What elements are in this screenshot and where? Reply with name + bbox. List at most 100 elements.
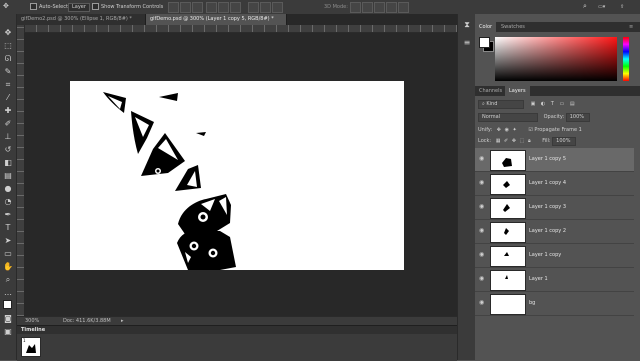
visibility-eye-icon[interactable]: ◉ — [479, 276, 484, 282]
more-tools-icon[interactable]: … — [3, 288, 13, 298]
layer-name[interactable]: Layer 1 copy 2 — [529, 228, 566, 234]
zoom-tool-icon[interactable]: ⌕ — [3, 275, 13, 285]
layer-row[interactable]: ◉ Layer 1 — [475, 268, 634, 292]
visibility-eye-icon[interactable]: ◉ — [479, 156, 484, 162]
panel-menu-icon[interactable]: ≡ — [625, 22, 637, 32]
distribute-bottom-icon[interactable] — [272, 2, 283, 13]
propagate-checkbox[interactable]: ☑ — [528, 127, 532, 133]
align-right-icon[interactable] — [230, 2, 241, 13]
3d-roll-icon[interactable] — [362, 2, 373, 13]
3d-pan-icon[interactable] — [374, 2, 385, 13]
lock-image-icon[interactable]: ✐ — [504, 138, 508, 144]
visibility-eye-icon[interactable]: ◉ — [479, 180, 484, 186]
document-canvas[interactable] — [70, 81, 404, 270]
color-spectrum-field[interactable] — [495, 37, 617, 81]
tab-swatches[interactable]: Swatches — [497, 22, 529, 32]
visibility-eye-icon[interactable]: ◉ — [479, 204, 484, 210]
search-icon[interactable]: ⌕ — [583, 2, 587, 10]
3d-scale-icon[interactable] — [398, 2, 409, 13]
blend-mode-dropdown[interactable]: Normal — [478, 113, 538, 122]
align-center-icon[interactable] — [218, 2, 229, 13]
layer-row[interactable]: ◉ Layer 1 copy 5 — [475, 148, 634, 172]
eraser-icon[interactable]: ◧ — [3, 158, 13, 168]
screen-mode-icon[interactable]: ▣ — [3, 327, 13, 337]
blur-tool-icon[interactable]: ● — [3, 184, 13, 194]
align-top-icon[interactable] — [168, 2, 179, 13]
lasso-tool-icon[interactable]: ᘏ — [3, 54, 13, 64]
move-tool-preset-icon[interactable]: ✥ — [3, 2, 9, 10]
path-select-icon[interactable]: ➤ — [3, 236, 13, 246]
visibility-eye-icon[interactable]: ◉ — [479, 228, 484, 234]
3d-orbit-icon[interactable] — [350, 2, 361, 13]
tab-gifdemo2[interactable]: gifDemo2.psd @ 300% (Ellipse 1, RGB/8#) … — [17, 14, 146, 25]
lock-artboard-icon[interactable]: ⬚ — [520, 138, 525, 144]
type-tool-icon[interactable]: T — [3, 223, 13, 233]
auto-select-checkbox[interactable]: Auto-Select: — [30, 3, 70, 11]
quick-select-icon[interactable]: ✎ — [3, 67, 13, 77]
history-brush-icon[interactable]: ↺ — [3, 145, 13, 155]
tab-color[interactable]: Color — [475, 22, 497, 32]
gradient-icon[interactable]: ▤ — [3, 171, 13, 181]
marquee-tool-icon[interactable]: ⬚ — [3, 41, 13, 51]
timeline-frame[interactable]: 1 — [21, 337, 41, 357]
hue-slider[interactable] — [623, 37, 629, 81]
distribute-middle-icon[interactable] — [260, 2, 271, 13]
layer-name[interactable]: Layer 1 copy 4 — [529, 180, 566, 186]
show-transform-checkbox[interactable]: Show Transform Controls — [92, 3, 163, 11]
shape-tool-icon[interactable]: ▭ — [3, 249, 13, 259]
align-left-icon[interactable] — [206, 2, 217, 13]
layer-name[interactable]: Layer 1 copy — [529, 252, 561, 258]
opacity-input[interactable]: 100% — [565, 113, 590, 122]
foreground-color-swatch[interactable] — [3, 300, 12, 309]
eyedropper-icon[interactable]: ⁄ — [3, 93, 13, 103]
unify-style-icon[interactable]: ✦ — [513, 127, 517, 133]
filter-kind-dropdown[interactable]: ⌕ Kind — [478, 100, 524, 109]
properties-icon[interactable]: ≡ — [462, 38, 472, 48]
layer-row[interactable]: ◉ Layer 1 copy 3 — [475, 196, 634, 220]
healing-brush-icon[interactable]: ✚ — [3, 106, 13, 116]
layer-row[interactable]: ◉ bg — [475, 292, 634, 316]
pen-tool-icon[interactable]: ✒ — [3, 210, 13, 220]
distribute-top-icon[interactable] — [248, 2, 259, 13]
3d-slide-icon[interactable] — [386, 2, 397, 13]
workspace-switcher-icon[interactable]: ▭▾ — [598, 3, 605, 11]
tab-channels[interactable]: Channels — [475, 86, 506, 96]
layer-row[interactable]: ◉ Layer 1 copy 4 — [475, 172, 634, 196]
layer-row[interactable]: ◉ Layer 1 copy 2 — [475, 220, 634, 244]
lock-position-icon[interactable]: ✥ — [512, 138, 516, 144]
hand-tool-icon[interactable]: ✋ — [3, 262, 13, 272]
auto-select-dropdown[interactable]: Layer — [68, 3, 90, 12]
visibility-eye-icon[interactable]: ◉ — [479, 252, 484, 258]
dodge-tool-icon[interactable]: ◔ — [3, 197, 13, 207]
history-icon[interactable]: ⧗ — [462, 20, 472, 30]
filter-shape-icon[interactable]: ▭ — [560, 101, 565, 107]
visibility-eye-icon[interactable]: ◉ — [479, 300, 484, 306]
align-bottom-icon[interactable] — [192, 2, 203, 13]
layer-name[interactable]: Layer 1 copy 3 — [529, 204, 566, 210]
layer-name[interactable]: Layer 1 copy 5 — [529, 156, 566, 162]
crop-tool-icon[interactable]: ⌗ — [3, 80, 13, 90]
lock-all-icon[interactable]: 🔒︎ — [528, 138, 531, 144]
filter-adjustment-icon[interactable]: ◐ — [541, 101, 545, 107]
layer-name[interactable]: Layer 1 — [529, 276, 548, 282]
layer-row[interactable]: ◉ Layer 1 copy — [475, 244, 634, 268]
layer-name[interactable]: bg — [529, 300, 535, 306]
brush-tool-icon[interactable]: ✐ — [3, 119, 13, 129]
filter-pixel-icon[interactable]: ▣ — [531, 101, 536, 107]
share-icon[interactable]: ⇪ — [620, 3, 624, 11]
fill-input[interactable]: 100% — [552, 137, 577, 146]
tab-layers[interactable]: Layers — [505, 86, 530, 96]
foreground-color-chip[interactable] — [479, 37, 490, 48]
filter-type-icon[interactable]: T — [551, 101, 554, 107]
horizontal-ruler[interactable] — [24, 25, 457, 33]
quick-mask-icon[interactable]: ◙ — [3, 314, 13, 324]
layer-thumbnail — [490, 150, 526, 171]
clone-stamp-icon[interactable]: ⊥ — [3, 132, 13, 142]
unify-position-icon[interactable]: ✥ — [497, 127, 501, 133]
align-middle-icon[interactable] — [180, 2, 191, 13]
filter-smart-object-icon[interactable]: ▤ — [570, 101, 575, 107]
tab-gifdemo[interactable]: gifDemo.psd @ 300% (Layer 1 copy 5, RGB/… — [146, 14, 287, 25]
lock-transparent-icon[interactable]: ▦ — [496, 138, 501, 144]
unify-visibility-icon[interactable]: ◉ — [505, 127, 509, 133]
move-tool-icon[interactable]: ✥ — [3, 28, 13, 38]
